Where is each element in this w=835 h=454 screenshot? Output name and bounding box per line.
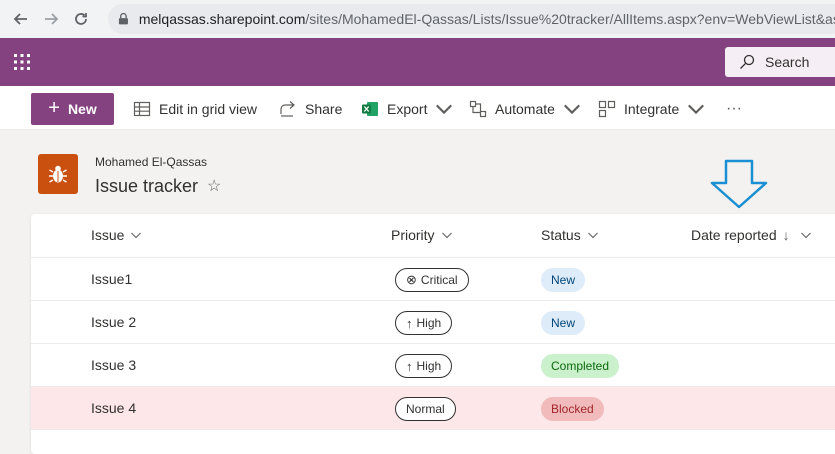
edit-grid-label: Edit in grid view — [159, 101, 258, 117]
excel-icon — [362, 102, 378, 116]
sort-descending-icon: ↓ — [782, 227, 790, 243]
priority-label: Normal — [406, 402, 445, 416]
export-button[interactable]: Export — [361, 98, 461, 120]
new-button[interactable]: + New — [31, 93, 114, 125]
browser-toolbar: melqassas.sharepoint.com/sites/MohamedEl… — [0, 0, 835, 38]
back-arrow-icon — [13, 13, 27, 25]
forward-arrow-icon — [45, 13, 59, 25]
list-view: Issue Priority Status Date reported ↓ Is… — [31, 214, 835, 454]
issue-cell[interactable]: Issue 3 — [91, 357, 136, 373]
back-button[interactable] — [6, 4, 36, 34]
share-label: Share — [305, 101, 343, 117]
chevron-down-icon — [563, 104, 580, 115]
share-button[interactable]: Share — [279, 98, 342, 120]
favorite-star-icon[interactable]: ☆ — [207, 176, 221, 196]
automate-button[interactable]: Automate — [469, 98, 589, 120]
table-row[interactable]: Issue1 ⊗ Critical New — [31, 258, 835, 301]
reload-button[interactable] — [66, 4, 96, 34]
column-header-label: Date reported — [691, 227, 777, 243]
site-name[interactable]: Mohamed El-Qassas — [95, 155, 207, 169]
table-row[interactable]: Issue 3 ↑ High Completed — [31, 344, 835, 387]
status-badge: New — [541, 268, 586, 292]
priority-label: High — [416, 316, 442, 330]
chevron-down-icon — [441, 232, 452, 239]
forward-button[interactable] — [36, 4, 66, 34]
automate-label: Automate — [495, 101, 555, 117]
status-badge: Completed — [541, 354, 620, 378]
address-bar[interactable]: melqassas.sharepoint.com/sites/MohamedEl… — [108, 4, 835, 34]
status-badge: New — [541, 311, 586, 335]
integrate-icon — [598, 100, 616, 118]
chevron-down-icon — [131, 232, 142, 239]
table-row[interactable]: Issue 2 ↑ High New — [31, 301, 835, 344]
column-header-priority[interactable]: Priority — [391, 227, 453, 243]
critical-icon: ⊗ — [406, 272, 417, 287]
suite-bar: Search — [0, 38, 835, 86]
priority-label: Critical — [420, 273, 458, 287]
lock-icon — [118, 12, 128, 25]
column-header-label: Issue — [91, 227, 125, 243]
command-bar: + New Edit in grid view Share Export Aut… — [0, 86, 835, 130]
new-label: New — [67, 101, 97, 117]
plus-icon: + — [48, 96, 60, 119]
column-header-date-reported[interactable]: Date reported ↓ — [691, 227, 812, 243]
priority-label: High — [416, 359, 442, 373]
integrate-label: Integrate — [624, 101, 680, 117]
chevron-down-icon — [436, 104, 453, 115]
more-icon: ··· — [726, 100, 742, 117]
chevron-down-icon — [688, 104, 705, 115]
integrate-button[interactable]: Integrate — [598, 98, 713, 120]
issue-cell[interactable]: Issue 4 — [91, 400, 136, 416]
app-launcher-icon[interactable] — [14, 54, 30, 70]
priority-pill: ⊗ Critical — [395, 268, 469, 292]
priority-pill: ↑ High — [395, 354, 453, 378]
export-label: Export — [387, 101, 428, 117]
chevron-down-icon — [800, 232, 811, 239]
search-label: Search — [765, 54, 810, 70]
column-header-issue[interactable]: Issue — [91, 227, 142, 243]
bug-icon — [49, 165, 67, 183]
table-row[interactable]: Issue 4 Normal Blocked — [31, 387, 835, 430]
issue-cell[interactable]: Issue 2 — [91, 314, 136, 330]
annotation-arrow-icon — [710, 159, 768, 209]
status-badge: Blocked — [541, 397, 604, 421]
search-icon — [740, 54, 755, 69]
column-header-label: Status — [541, 227, 581, 243]
page-title: Issue tracker — [95, 176, 199, 196]
share-icon — [280, 101, 295, 117]
arrow-up-icon: ↑ — [406, 358, 413, 374]
site-logo — [38, 154, 78, 194]
reload-icon — [75, 13, 87, 25]
column-header-label: Priority — [391, 227, 435, 243]
priority-pill: ↑ High — [395, 311, 453, 335]
grid-icon — [133, 101, 151, 117]
arrow-up-icon: ↑ — [406, 315, 413, 331]
column-header-status[interactable]: Status — [541, 227, 599, 243]
more-options-button[interactable]: ··· — [726, 98, 742, 120]
automate-icon — [469, 100, 487, 118]
issue-cell[interactable]: Issue1 — [91, 271, 132, 287]
url-path: /sites/MohamedEl-Qassas/Lists/Issue%20tr… — [305, 11, 835, 27]
search-box[interactable]: Search — [725, 47, 835, 77]
priority-pill: Normal — [395, 397, 456, 421]
url-host: melqassas.sharepoint.com — [138, 11, 306, 27]
edit-grid-view-button[interactable]: Edit in grid view — [133, 98, 257, 120]
chevron-down-icon — [587, 232, 598, 239]
